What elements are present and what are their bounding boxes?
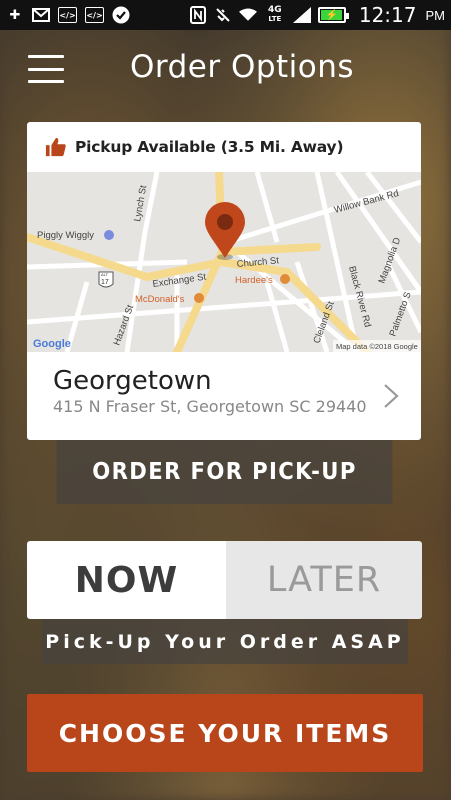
pickup-status-row: Pickup Available (3.5 Mi. Away) <box>27 122 421 172</box>
google-logo: Google <box>33 338 71 350</box>
hamburger-menu-icon[interactable] <box>28 55 64 83</box>
svg-text:17: 17 <box>101 279 109 286</box>
network-type: 4G LTE <box>268 5 282 24</box>
location-row[interactable]: Georgetown 415 N Fraser St, Georgetown S… <box>27 352 421 440</box>
clock-ampm: PM <box>425 7 446 23</box>
choose-your-items-button[interactable]: CHOOSE YOUR ITEMS <box>27 694 423 772</box>
chevron-right-icon[interactable] <box>383 383 399 409</box>
svg-text:ALT: ALT <box>101 272 109 277</box>
route-shield-icon: ALT 17 <box>98 271 114 288</box>
gmail-icon <box>32 6 50 24</box>
check-icon <box>112 6 130 24</box>
map-attribution: Map data ©2018 Google <box>336 342 418 351</box>
code-icon: </> <box>85 7 104 23</box>
app-header: Order Options <box>0 30 451 108</box>
location-card: Pickup Available (3.5 Mi. Away) Piggly W… <box>27 122 421 440</box>
vibrate-icon <box>214 6 232 24</box>
map-label-mcdonalds: McDonald's <box>135 294 185 305</box>
nfc-icon <box>189 6 207 24</box>
status-bar: ✚ </> </> 4G LTE ⚡ 12:17 PM <box>0 0 451 30</box>
location-map[interactable]: Piggly Wiggly Lynch St Willow Bank Rd Ch… <box>27 172 421 352</box>
location-address: 415 N Fraser St, Georgetown SC 29440 <box>53 397 367 416</box>
location-name: Georgetown <box>53 366 212 396</box>
now-option-button[interactable]: NOW <box>27 541 226 619</box>
asap-label: Pick-Up Your Order ASAP <box>42 619 408 664</box>
map-label-hardees: Hardee's <box>235 275 273 286</box>
signal-icon <box>292 6 311 24</box>
timing-toggle: NOW LATER <box>27 541 422 619</box>
map-label-piggly-wiggly: Piggly Wiggly <box>37 230 94 241</box>
later-option-button[interactable]: LATER <box>226 541 422 619</box>
code-icon: </> <box>58 7 77 23</box>
restaurant-icon <box>280 274 290 284</box>
restaurant-icon <box>194 293 204 303</box>
page-title: Order Options <box>130 49 355 85</box>
store-pin-icon <box>104 230 114 240</box>
battery-icon: ⚡ <box>317 7 349 23</box>
add-icon: ✚ <box>9 7 21 23</box>
clock-time: 12:17 <box>358 3 417 27</box>
pickup-status-text: Pickup Available (3.5 Mi. Away) <box>75 138 344 156</box>
order-for-pickup-button[interactable]: ORDER FOR PICK-UP <box>56 440 393 504</box>
thumbs-up-icon <box>45 137 66 157</box>
wifi-icon <box>238 6 257 24</box>
